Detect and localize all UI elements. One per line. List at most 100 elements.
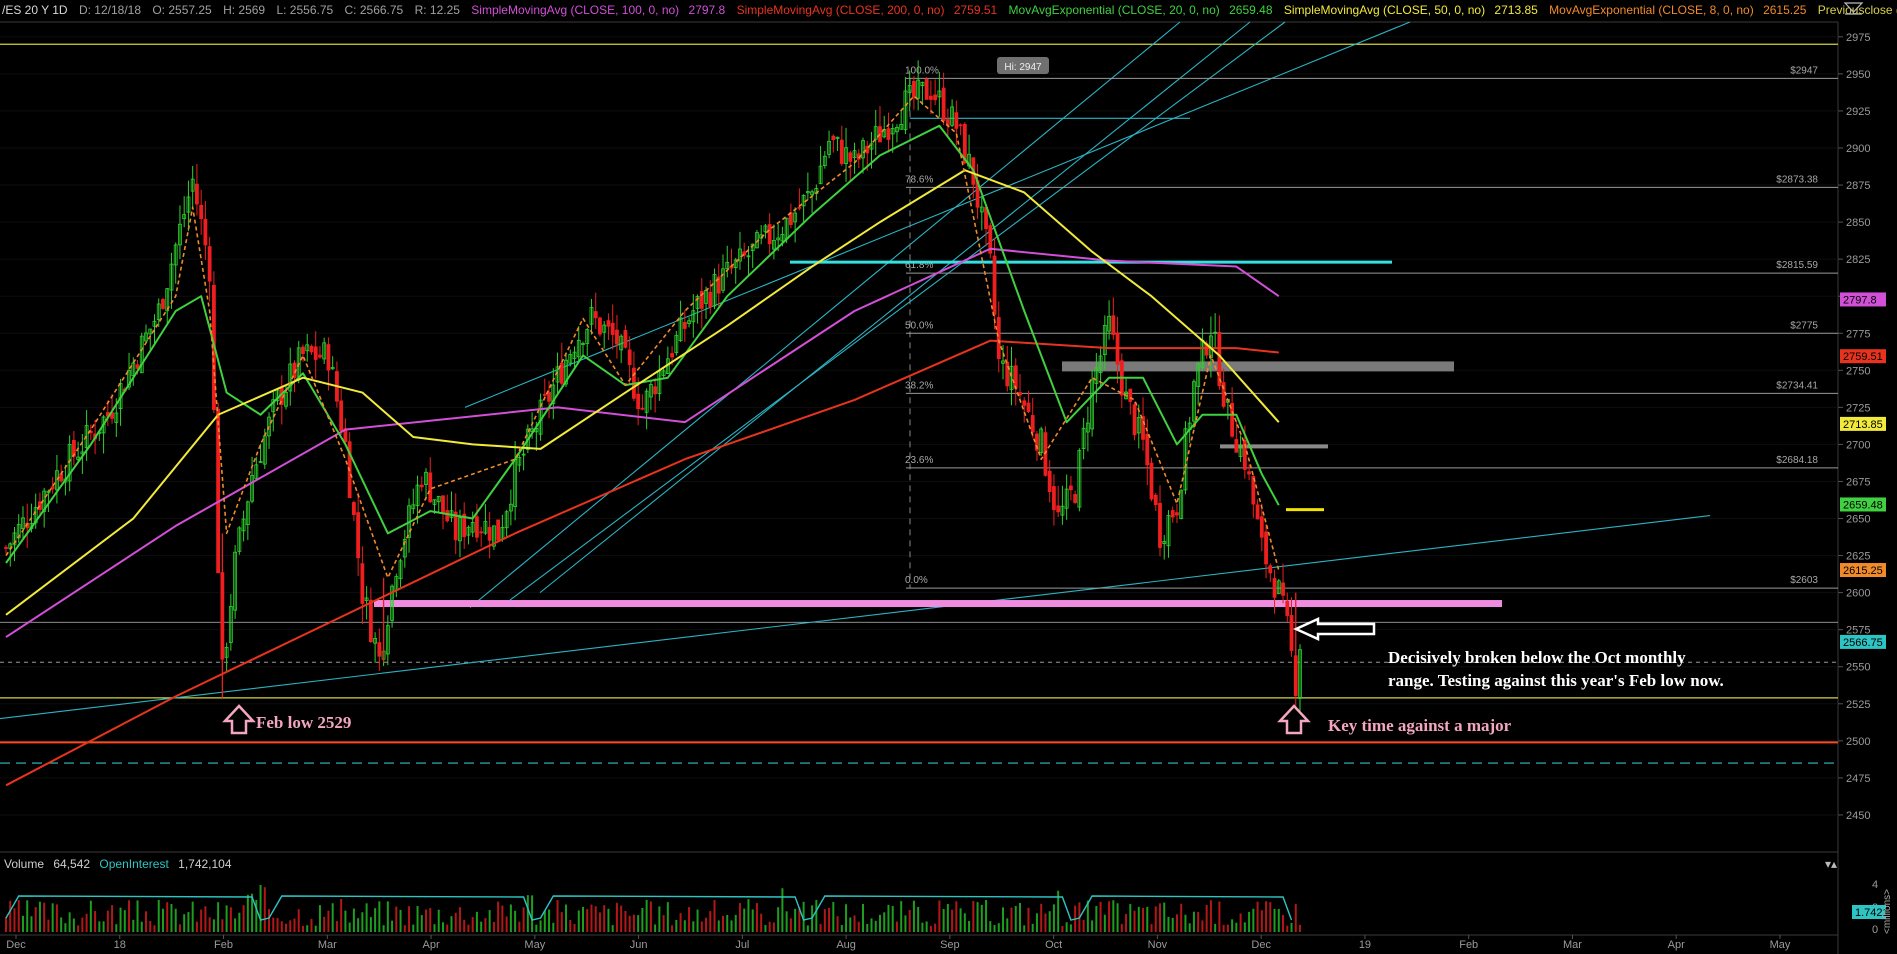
volume-tick-label: 0 xyxy=(1872,924,1878,936)
symbol-label: /ES 20 Y 1D xyxy=(2,3,68,17)
feb-low-label: Feb low 2529 xyxy=(256,713,351,732)
candle-body xyxy=(708,291,713,308)
price-tag-label: 2659.48 xyxy=(1843,499,1883,511)
study-sma50-value: 2713.85 xyxy=(1494,3,1538,17)
fib-level-percent: 50.0% xyxy=(905,320,933,331)
candle-body xyxy=(428,472,433,503)
candle-body xyxy=(623,330,628,348)
candle-body xyxy=(653,386,658,395)
candle-body xyxy=(610,322,615,335)
high-bubble: Hi: 2947 xyxy=(997,57,1049,74)
candle-body xyxy=(636,393,641,410)
price-tick-label: 2775 xyxy=(1846,328,1870,340)
candle-body xyxy=(368,599,373,643)
study-ema8-value: 2615.25 xyxy=(1763,3,1807,17)
study-prevclose-label: Previousclose (DAY, 1, -1, yes) xyxy=(1818,3,1897,17)
oi-value: 1,742,104 xyxy=(178,857,232,871)
candle-body xyxy=(547,391,551,402)
candle-body xyxy=(203,218,208,246)
candle-body xyxy=(928,95,933,100)
candle-body xyxy=(1285,600,1290,616)
candle-body xyxy=(1153,494,1158,506)
candle-body xyxy=(542,393,547,396)
candle-body xyxy=(301,346,305,355)
price-tick-label: 2525 xyxy=(1846,699,1870,711)
volume-value: 64,542 xyxy=(53,857,90,871)
price-tag-label: 2566.75 xyxy=(1843,637,1883,649)
candle-body xyxy=(356,512,361,559)
candle-body xyxy=(886,128,891,140)
price-tick-label: 2950 xyxy=(1846,69,1870,81)
close-label: C: 2566.75 xyxy=(345,3,404,17)
chart-background xyxy=(0,0,1897,954)
time-tick-label: Dec xyxy=(1251,939,1271,951)
study-sma200-value: 2759.51 xyxy=(954,3,998,17)
price-tick-label: 2575 xyxy=(1846,625,1870,637)
time-tick-label: Mar xyxy=(1563,939,1582,951)
price-tag-label: 2797.8 xyxy=(1843,294,1877,306)
volume-menu-icon[interactable]: ▾▴ xyxy=(1825,857,1837,871)
candle-body xyxy=(1013,365,1018,389)
candle-body xyxy=(318,354,322,358)
key-time-label: Key time against a major xyxy=(1328,716,1512,735)
candle-body xyxy=(1158,502,1162,548)
candle-body xyxy=(767,224,772,245)
oct-range-zone xyxy=(374,600,1502,608)
high-bubble-label: Hi: 2947 xyxy=(1004,62,1042,73)
candle-body xyxy=(1175,512,1179,516)
candle-body xyxy=(831,135,836,140)
candle-body xyxy=(627,349,632,366)
candle-body xyxy=(839,139,844,164)
fib-level-price: $2815.59 xyxy=(1776,260,1818,271)
candle-body xyxy=(207,246,212,282)
range-label: R: 12.25 xyxy=(415,3,461,17)
price-tick-label: 2475 xyxy=(1846,773,1870,785)
fib-level-price: $2947 xyxy=(1790,65,1818,76)
time-tick-label: Feb xyxy=(1459,939,1478,951)
volume-unit-label: <millions> xyxy=(1882,889,1893,934)
study-ema8-label: MovAvgExponential (CLOSE, 8, 0, no) xyxy=(1549,3,1754,17)
fib-level-percent: 38.2% xyxy=(905,380,933,391)
price-tick-label: 2700 xyxy=(1846,439,1870,451)
candle-body xyxy=(593,311,598,319)
candle-body xyxy=(996,317,1001,360)
cyan-level-zone xyxy=(790,260,1392,264)
volume-tick-label: 4 xyxy=(1872,879,1878,891)
candle-body xyxy=(487,526,492,541)
price-tick-label: 2450 xyxy=(1846,810,1870,822)
price-tick-label: 2875 xyxy=(1846,180,1870,192)
fib-level-price: $2734.41 xyxy=(1776,380,1818,391)
time-tick-label: Feb xyxy=(214,939,233,951)
candle-body xyxy=(1234,439,1239,453)
price-tag-label: 2615.25 xyxy=(1843,565,1883,577)
candle-body xyxy=(216,408,221,574)
candle-body xyxy=(475,516,479,538)
candle-body xyxy=(954,112,959,129)
candle-body xyxy=(1018,392,1022,396)
candle-body xyxy=(912,80,916,98)
candle-body xyxy=(933,94,938,101)
candle-body xyxy=(1268,565,1273,574)
price-tick-label: 2600 xyxy=(1846,588,1870,600)
candle-body xyxy=(1170,510,1175,518)
open-label: O: 2557.25 xyxy=(152,3,212,17)
candle-body xyxy=(670,353,674,358)
candle-body xyxy=(1022,400,1027,406)
candle-body xyxy=(360,563,365,604)
candle-body xyxy=(4,547,8,549)
breakdown-line-1: Decisively broken below the Oct monthly xyxy=(1388,648,1686,667)
candle-body xyxy=(445,510,450,522)
yellow-marker xyxy=(1286,508,1324,512)
fib-level-percent: 78.6% xyxy=(905,174,933,185)
candle-body xyxy=(309,345,314,353)
breakdown-line-2: range. Testing against this year's Feb l… xyxy=(1388,671,1724,690)
study-sma50-label: SimpleMovingAvg (CLOSE, 50, 0, no) xyxy=(1284,3,1485,17)
candle-body xyxy=(1068,485,1073,491)
candle-body xyxy=(615,329,619,345)
volume-header: Volume 64,542 OpenInterest 1,742,104 xyxy=(4,857,232,871)
candle-body xyxy=(924,78,929,100)
price-chart[interactable]: 100.0% $294778.6% $2873.3861.8% $2815.5950.… xyxy=(0,0,1897,954)
price-tick-label: 2725 xyxy=(1846,402,1870,414)
candle-body xyxy=(1259,516,1264,538)
candle-body xyxy=(199,204,204,220)
